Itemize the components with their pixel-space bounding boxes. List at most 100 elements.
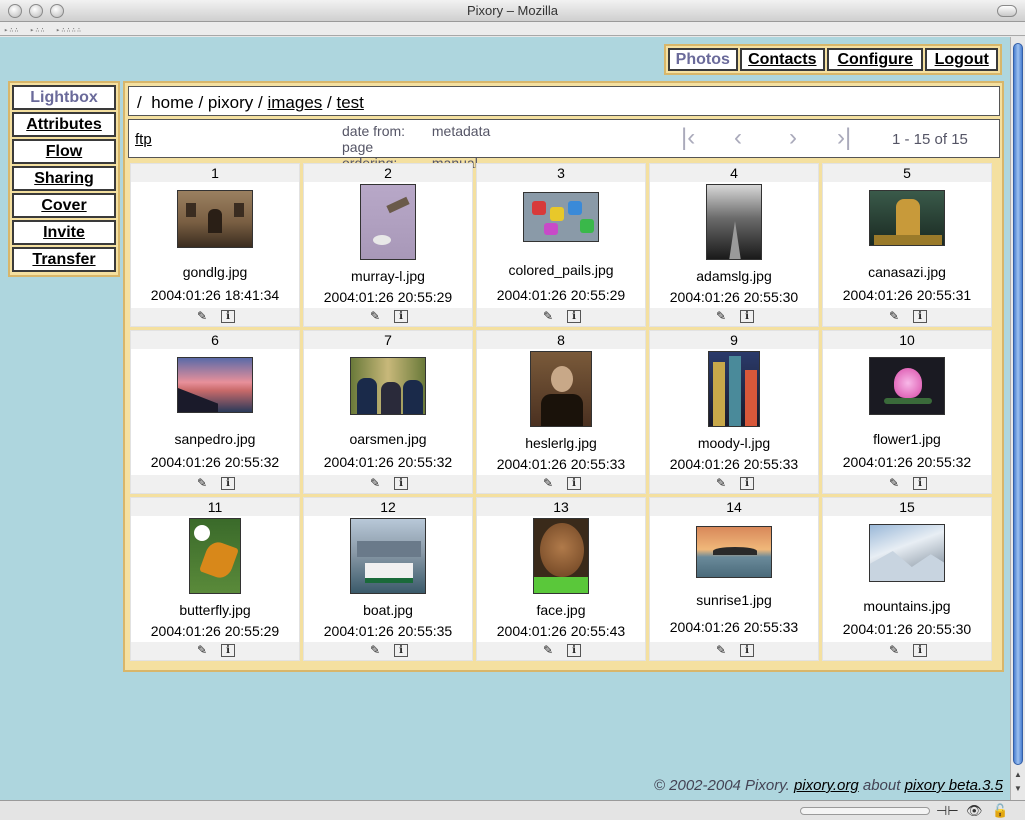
photo-thumbnail[interactable]: [706, 184, 762, 260]
edit-pencil-icon[interactable]: ✎: [195, 477, 209, 490]
photo-thumbnail[interactable]: [869, 190, 945, 246]
tab-photos[interactable]: Photos: [668, 48, 738, 71]
edit-pencil-icon[interactable]: ✎: [887, 310, 901, 323]
photo-filename: sunrise1.jpg: [696, 592, 772, 608]
photo-date: 2004:01:26 20:55:29: [150, 623, 280, 639]
info-icon[interactable]: i: [913, 644, 927, 657]
nav-attributes[interactable]: Attributes: [12, 112, 116, 137]
info-icon[interactable]: i: [221, 310, 235, 323]
info-icon[interactable]: i: [567, 477, 581, 490]
edit-pencil-icon[interactable]: ✎: [368, 477, 382, 490]
info-icon[interactable]: i: [740, 477, 754, 490]
nav-transfer[interactable]: Transfer: [12, 247, 116, 272]
toolbar-grip-icon[interactable]: ▸∴∴∴∴: [56, 26, 82, 34]
photo-actions: ✎ i: [131, 475, 299, 493]
tab-configure[interactable]: Configure: [827, 48, 924, 71]
breadcrumb-images-link[interactable]: images: [267, 93, 322, 112]
photo-thumbnail[interactable]: [350, 518, 426, 594]
info-icon[interactable]: i: [740, 644, 754, 657]
pixory-site-link[interactable]: pixory.org: [794, 777, 859, 794]
photo-thumbnail[interactable]: [530, 351, 592, 427]
photo-thumbnail[interactable]: [696, 526, 772, 578]
edit-pencil-icon[interactable]: ✎: [195, 310, 209, 323]
photo-date: 2004:01:26 20:55:32: [150, 454, 280, 470]
scroll-up-icon[interactable]: ▲: [1013, 769, 1023, 781]
info-icon[interactable]: i: [394, 477, 408, 490]
edit-pencil-icon[interactable]: ✎: [714, 310, 728, 323]
photo-filename: canasazi.jpg: [868, 264, 946, 280]
photo-thumbnail[interactable]: [533, 518, 589, 594]
nav-lightbox[interactable]: Lightbox: [12, 85, 116, 110]
breadcrumb: / home / pixory / images / test: [128, 86, 1000, 116]
first-page-icon[interactable]: |‹: [681, 125, 695, 151]
tab-contacts[interactable]: Contacts: [739, 48, 826, 71]
nav-sharing[interactable]: Sharing: [12, 166, 116, 191]
info-icon[interactable]: i: [740, 310, 754, 323]
photo-date: 2004:01:26 20:55:35: [323, 623, 453, 639]
last-page-icon[interactable]: ›|: [837, 125, 851, 151]
photo-filename: sanpedro.jpg: [174, 431, 256, 447]
photo-date: 2004:01:26 20:55:30: [842, 621, 972, 637]
toolbar-grip-icon[interactable]: ▸∴∴: [30, 26, 46, 34]
photo-filename: boat.jpg: [363, 602, 413, 618]
photo-date: 2004:01:26 20:55:32: [842, 454, 972, 470]
photo-thumbnail[interactable]: [708, 351, 760, 427]
edit-pencil-icon[interactable]: ✎: [541, 310, 555, 323]
photo-thumbnail[interactable]: [360, 184, 416, 260]
photo-thumbnail[interactable]: [189, 518, 241, 594]
toolbar-grip-icon[interactable]: ▸∴∴: [4, 26, 20, 34]
photo-date: 2004:01:26 20:55:32: [323, 454, 453, 470]
toolbar-toggle-button[interactable]: [997, 5, 1017, 17]
nav-cover[interactable]: Cover: [12, 193, 116, 218]
popup-blocker-icon[interactable]: 👁: [966, 803, 983, 819]
photo-actions: ✎ i: [650, 475, 818, 493]
nav-flow[interactable]: Flow: [12, 139, 116, 164]
photo-thumbnail[interactable]: [177, 357, 253, 413]
photo-thumbnail[interactable]: [869, 357, 945, 415]
info-icon[interactable]: i: [394, 644, 408, 657]
info-icon[interactable]: i: [913, 310, 927, 323]
version-link[interactable]: pixory beta.3.5: [905, 777, 1003, 794]
info-icon[interactable]: i: [913, 477, 927, 490]
edit-pencil-icon[interactable]: ✎: [887, 477, 901, 490]
copyright-text: © 2002-2004 Pixory.: [653, 777, 790, 794]
photo-date: 2004:01:26 20:55:33: [669, 619, 799, 635]
info-icon[interactable]: i: [394, 310, 408, 323]
photo-filename: colored_pails.jpg: [508, 262, 614, 278]
photo-thumbnail[interactable]: [523, 192, 599, 242]
edit-pencil-icon[interactable]: ✎: [714, 477, 728, 490]
edit-pencil-icon[interactable]: ✎: [195, 644, 209, 657]
edit-pencil-icon[interactable]: ✎: [368, 644, 382, 657]
info-icon[interactable]: i: [221, 644, 235, 657]
photo-cell: 7 oarsmen.jpg 2004:01:26 20:55:32 ✎ i: [303, 330, 473, 494]
photo-thumbnail[interactable]: [177, 190, 253, 248]
edit-pencil-icon[interactable]: ✎: [887, 644, 901, 657]
photo-filename: heslerlg.jpg: [525, 435, 597, 451]
photo-filename: oarsmen.jpg: [349, 431, 427, 447]
next-page-icon[interactable]: ›: [789, 125, 797, 151]
collapsed-toolbar: ▸∴∴ ▸∴∴ ▸∴∴∴∴: [0, 22, 1025, 36]
info-icon[interactable]: i: [567, 310, 581, 323]
photo-thumbnail[interactable]: [869, 524, 945, 582]
photo-thumbnail[interactable]: [350, 357, 426, 415]
info-icon[interactable]: i: [567, 644, 581, 657]
scrollbar-thumb[interactable]: [1013, 43, 1023, 765]
previous-page-icon[interactable]: ‹: [734, 125, 742, 151]
info-icon[interactable]: i: [221, 477, 235, 490]
edit-pencil-icon[interactable]: ✎: [368, 310, 382, 323]
online-plug-icon[interactable]: ⊣⊢: [936, 803, 959, 819]
photo-cell: 5 canasazi.jpg 2004:01:26 20:55:31 ✎ i: [822, 163, 992, 327]
security-lock-icon[interactable]: 🔓: [992, 803, 1008, 819]
scroll-down-icon[interactable]: ▼: [1013, 783, 1023, 795]
date-from-value: metadata: [431, 123, 491, 139]
photo-number: 11: [131, 498, 299, 516]
nav-invite[interactable]: Invite: [12, 220, 116, 245]
vertical-scrollbar[interactable]: ▲ ▼: [1010, 37, 1025, 800]
tab-logout[interactable]: Logout: [925, 48, 998, 71]
ftp-link[interactable]: ftp: [135, 131, 152, 148]
edit-pencil-icon[interactable]: ✎: [714, 644, 728, 657]
edit-pencil-icon[interactable]: ✎: [541, 477, 555, 490]
breadcrumb-test-link[interactable]: test: [337, 93, 364, 112]
breadcrumb-separator: /: [198, 93, 204, 112]
edit-pencil-icon[interactable]: ✎: [541, 644, 555, 657]
